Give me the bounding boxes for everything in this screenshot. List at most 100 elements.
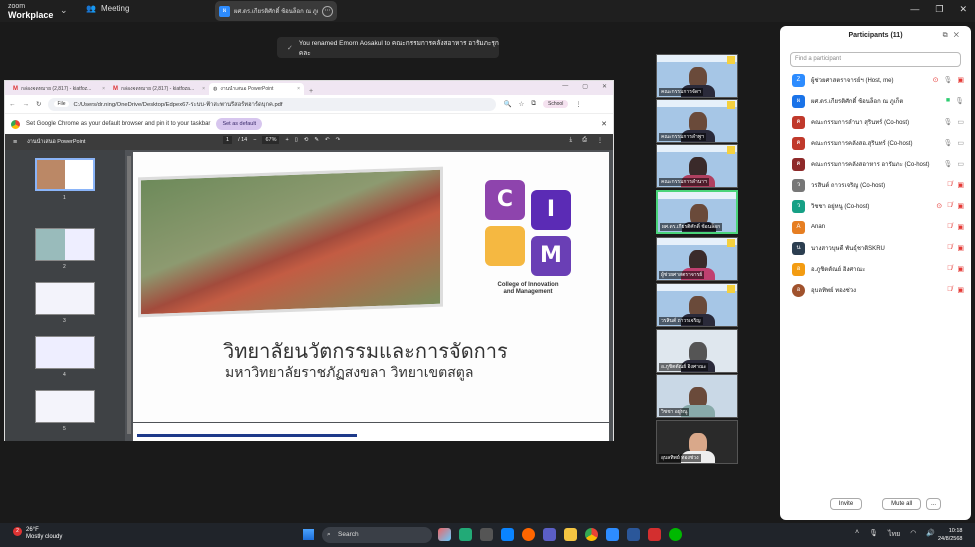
teams-icon[interactable] xyxy=(543,528,556,541)
more-icon[interactable]: ⋯ xyxy=(322,5,333,17)
chrome-icon[interactable] xyxy=(585,528,598,541)
more-options-button[interactable]: ... xyxy=(925,498,941,510)
video-tile[interactable]: ผู้ช่วยศาสตราจารย์ xyxy=(656,237,738,281)
pdf-icon[interactable] xyxy=(648,528,661,541)
horizontal-scrollbar[interactable] xyxy=(137,434,357,437)
zoom-icon[interactable] xyxy=(606,528,619,541)
store-icon[interactable] xyxy=(501,528,514,541)
close-icon[interactable]: × xyxy=(297,86,300,92)
fit-page-icon[interactable]: ▯ xyxy=(295,137,298,143)
video-off-icon[interactable]: ▣ xyxy=(957,181,964,189)
browser-tab[interactable]: M กล่องจดหมาย (2,817) - kiatfoza... × xyxy=(109,83,209,95)
mic-muted-icon[interactable]: 🎙̸ xyxy=(947,223,952,231)
zoom-in-icon[interactable]: + xyxy=(285,137,288,143)
zoom-input[interactable]: 67% xyxy=(262,136,280,144)
zoom-out-icon[interactable]: − xyxy=(253,137,256,143)
video-off-icon[interactable]: ▣ xyxy=(957,223,964,231)
participant-row[interactable]: ว วิชชา อยู่หนู (Co-host) ⊙ 🎙̸ ▣ xyxy=(792,198,964,214)
rotate-icon[interactable]: ⟲ xyxy=(304,137,309,143)
minimize-icon[interactable]: — xyxy=(910,4,919,15)
mic-icon[interactable]: 🎙 xyxy=(943,160,952,168)
mic-muted-icon[interactable]: 🎙̸ xyxy=(947,286,952,294)
participant-row[interactable]: อ อ.ภูชิตตัณย์ อิงศาณะ 🎙̸ ▣ xyxy=(792,261,964,277)
video-off-icon[interactable]: ▣ xyxy=(957,286,964,294)
mic-muted-icon[interactable]: 🎙̸ xyxy=(947,244,952,252)
profile-chip[interactable]: School xyxy=(543,100,569,108)
wifi-icon[interactable]: ◠ xyxy=(910,529,916,540)
reload-icon[interactable]: ↻ xyxy=(36,100,41,108)
word-icon[interactable] xyxy=(627,528,640,541)
close-icon[interactable]: ✕ xyxy=(602,83,607,90)
page-input[interactable]: 1 xyxy=(223,136,233,144)
close-icon[interactable]: × xyxy=(202,86,205,92)
participant-row[interactable]: คคณะกรรมการลำนา สุรินทร์ (Co-host) 🎙 ▭ xyxy=(792,114,964,130)
copilot-icon[interactable] xyxy=(438,528,451,541)
extensions-icon[interactable]: ⧉ xyxy=(531,100,536,108)
clock[interactable]: 10:18 24/8/2568 xyxy=(938,527,962,543)
menu-icon[interactable]: ⋮ xyxy=(575,100,582,108)
page-thumbnail[interactable] xyxy=(35,228,95,261)
participant-search-input[interactable]: Find a participant xyxy=(790,52,961,67)
close-icon[interactable]: ✕ xyxy=(601,120,607,128)
firefox-icon[interactable] xyxy=(522,528,535,541)
invite-button[interactable]: Invite xyxy=(829,498,863,510)
print-icon[interactable]: ⎙ xyxy=(582,137,587,144)
participant-row[interactable]: ผผศ.ดร.เกียรติศักดิ์ ช้อนล็อก ณ ภูเก็ต ■ 🎙 xyxy=(792,93,964,109)
video-tile-active[interactable]: ผศ.ดร.เกียรติศักดิ์ ช้อนล็อก xyxy=(656,190,738,234)
video-icon[interactable]: ▭ xyxy=(957,118,964,126)
page-thumbnail[interactable] xyxy=(35,158,95,191)
video-tile[interactable]: คณะกรรมการจัดฯ xyxy=(656,54,738,98)
mic-icon[interactable]: 🎙 xyxy=(943,139,952,147)
line-icon[interactable] xyxy=(669,528,682,541)
page-thumbnail[interactable] xyxy=(35,390,95,423)
hamburger-icon[interactable]: ≡ xyxy=(13,139,17,146)
thumbnail-scrollbar[interactable] xyxy=(127,156,131,434)
mic-icon[interactable]: 🎙 xyxy=(943,76,952,84)
mic-muted-icon[interactable]: 🎙̸ xyxy=(947,265,952,273)
undo-icon[interactable]: ↶ xyxy=(325,137,330,143)
close-icon[interactable]: ✕ xyxy=(959,4,967,15)
participant-row[interactable]: อ อุบลทิพย์ ทองช่วง 🎙̸ ▣ xyxy=(792,282,964,298)
set-default-button[interactable]: Set as default xyxy=(216,118,263,130)
mic-icon[interactable]: 🎙 xyxy=(869,529,878,540)
new-tab-icon[interactable]: + xyxy=(304,88,318,95)
video-off-icon[interactable]: ▣ xyxy=(957,244,964,252)
maximize-icon[interactable]: ▢ xyxy=(582,83,588,90)
participant-row[interactable]: คคณะกรรมการคลังสอ.สุรินทร์ (Co-host) 🎙 ▭ xyxy=(792,135,964,151)
video-tile[interactable]: อุบลทิพย์ ทองช่วง xyxy=(656,420,738,464)
menu-icon[interactable]: ⋮ xyxy=(597,137,603,144)
chevron-down-icon[interactable]: ⌄ xyxy=(60,5,68,16)
page-thumbnail[interactable] xyxy=(35,336,95,369)
redo-icon[interactable]: ↷ xyxy=(336,137,341,143)
browser-tab[interactable]: M กล่องจดหมาย (2,817) - kiatfoz... × xyxy=(9,83,109,95)
draw-icon[interactable]: ✎ xyxy=(314,137,319,143)
browser-tab-active[interactable]: ◍ งานนำเสนอ PowerPoint × xyxy=(209,83,304,95)
page-thumbnail[interactable] xyxy=(35,282,95,315)
app-icon[interactable] xyxy=(480,528,493,541)
popout-icon[interactable]: ⧉ xyxy=(943,32,954,39)
video-tile[interactable]: อ.ภูชิตตัณย์ อิงศาณะ xyxy=(656,329,738,373)
participant-row[interactable]: ว วรสินต์ ถาวรเจริญ (Co-host) 🎙̸ ▣ xyxy=(792,177,964,193)
download-icon[interactable]: ⤓ xyxy=(570,137,573,144)
participant-row[interactable]: A Anan 🎙̸ ▣ xyxy=(792,219,964,235)
folder-icon[interactable] xyxy=(564,528,577,541)
address-bar[interactable]: File C:/Users/dr.ning/OneDrive/Desktop/E… xyxy=(48,97,497,111)
start-icon[interactable] xyxy=(303,529,314,540)
language-indicator[interactable]: ไทย xyxy=(888,529,900,540)
star-icon[interactable]: ☆ xyxy=(519,100,525,108)
video-icon[interactable]: ▭ xyxy=(957,160,964,168)
video-off-icon[interactable]: ▣ xyxy=(957,76,964,84)
volume-icon[interactable]: 🔊 xyxy=(926,529,935,540)
participant-row[interactable]: ค คณะกรรมการคลังสอาหาร อารัมภะ (Co-host) 🎙… xyxy=(792,156,964,172)
mic-muted-icon[interactable]: 🎙̸ xyxy=(947,202,952,210)
edge-icon[interactable] xyxy=(459,528,472,541)
back-icon[interactable]: ← xyxy=(9,101,16,108)
minimize-icon[interactable]: — xyxy=(562,83,568,90)
chevron-up-icon[interactable]: ˄ xyxy=(855,529,859,540)
close-icon[interactable]: ✕ xyxy=(954,32,965,39)
close-icon[interactable]: × xyxy=(102,86,105,92)
share-tab[interactable]: ผ ผศ.ดร.เกียรติศักดิ์ ช้อนล็อก ณ ภูเก็ต … xyxy=(215,1,337,21)
meeting-menu[interactable]: 👥 Meeting xyxy=(86,4,129,13)
video-icon[interactable]: ▭ xyxy=(957,139,964,147)
taskbar-search[interactable]: ⌕ Search xyxy=(322,527,432,543)
